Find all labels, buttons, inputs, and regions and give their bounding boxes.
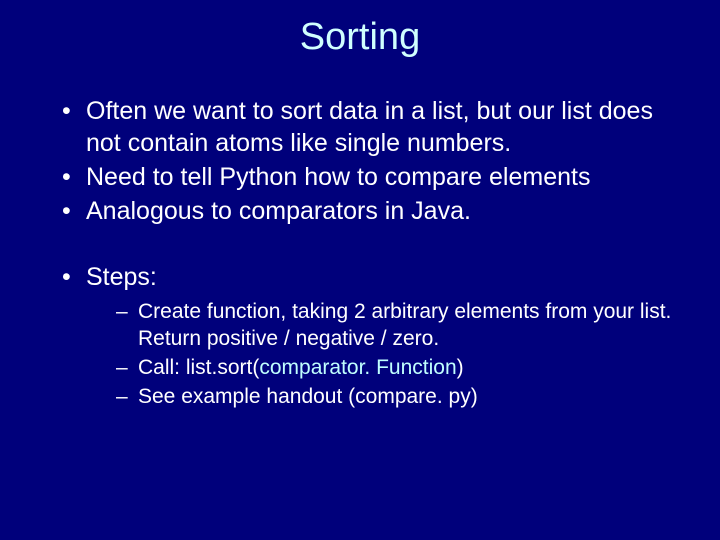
code-accent: comparator. Function [259,356,456,379]
sub-text: ) [457,356,464,379]
bullet-item: Analogous to comparators in Java. [62,195,680,227]
bullet-item: Need to tell Python how to compare eleme… [62,161,680,193]
sub-item: Create function, taking 2 arbitrary elem… [116,299,680,353]
sub-item: Call: list.sort(comparator. Function) [116,355,680,382]
sub-item: See example handout (compare. py) [116,384,680,411]
bullet-item-steps: Steps: Create function, taking 2 arbitra… [62,261,680,411]
sub-text: Call: list.sort( [138,356,259,379]
bullet-text: Steps: [86,263,157,291]
slide-title: Sorting [40,16,680,59]
bullet-list: Often we want to sort data in a list, bu… [62,95,680,227]
sub-list: Create function, taking 2 arbitrary elem… [116,299,680,411]
bullet-list: Steps: Create function, taking 2 arbitra… [62,261,680,411]
bullet-item: Often we want to sort data in a list, bu… [62,95,680,159]
